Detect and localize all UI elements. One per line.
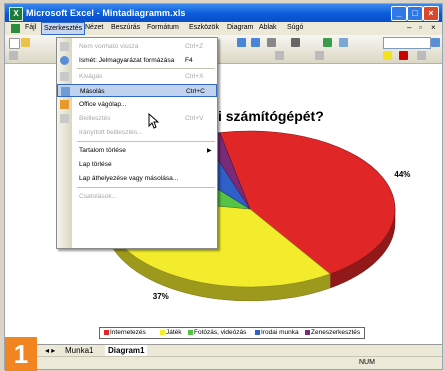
num-lock-indicator: NUM — [359, 359, 375, 366]
menu-separator — [77, 187, 215, 188]
menu-item-move-copy-sheet[interactable]: Lap áthelyezése vagy másolása... — [57, 172, 217, 185]
mouse-cursor-icon — [148, 113, 160, 129]
menu-item-shortcut: Ctrl+X — [185, 73, 204, 80]
menu-edit[interactable]: Szerkesztés — [41, 22, 86, 35]
menu-item-label: Csatolások... — [79, 193, 118, 200]
repeat-icon — [60, 56, 69, 65]
menu-item-office-clipboard[interactable]: Office vágólap... — [57, 98, 217, 111]
menu-item-label: Beillesztés — [79, 115, 111, 122]
chart-wizard-icon[interactable] — [323, 38, 332, 47]
legend-item-irodai-munka: Irodai munka — [255, 329, 299, 336]
menu-item-label: Irányított beillesztés... — [79, 129, 143, 136]
menu-item-label: Másolás — [80, 88, 105, 95]
menu-separator — [77, 68, 215, 69]
status-bar: NUM — [5, 356, 442, 369]
edit-menu: Nem vonható vissza Ctrl+Z Ismét: Jelmagy… — [56, 37, 218, 249]
menu-item-label: Nem vonható vissza — [79, 43, 139, 50]
document-icon[interactable] — [11, 24, 20, 33]
fill-color-icon[interactable] — [383, 51, 392, 60]
menu-item-paste: Beillesztés Ctrl+V — [57, 112, 217, 125]
tab-diagram1[interactable]: Diagram1 — [105, 345, 148, 356]
menu-tools[interactable]: Eszközök — [189, 24, 219, 31]
menu-view[interactable]: Nézet — [85, 24, 103, 31]
menu-help[interactable]: Súgó — [287, 24, 303, 31]
menu-item-links: Csatolások... — [57, 190, 217, 203]
scissors-icon — [60, 72, 69, 81]
menu-window[interactable]: Ablak — [259, 24, 277, 31]
minimize-button[interactable]: _ — [391, 6, 407, 21]
redo-icon[interactable] — [251, 38, 260, 47]
menu-item-undo: Nem vonható vissza Ctrl+Z — [57, 40, 217, 53]
menu-item-label: Tartalom törlése — [79, 147, 126, 154]
menu-item-cut: Kivágás Ctrl+X — [57, 70, 217, 83]
toolbar-options-icon[interactable] — [417, 51, 426, 60]
doc-close-button[interactable]: × — [431, 23, 436, 32]
menu-item-copy[interactable]: Másolás Ctrl+C — [57, 84, 217, 97]
menu-item-label: Office vágólap... — [79, 101, 127, 108]
doc-restore-button[interactable]: ▫ — [419, 23, 422, 32]
doc-minimize-button[interactable]: – — [407, 23, 411, 32]
menu-item-label: Lap áthelyezése vagy másolása... — [79, 175, 179, 182]
menu-item-shortcut: Ctrl+V — [185, 115, 204, 122]
open-icon[interactable] — [21, 38, 30, 47]
legend-item-jatek: Játék — [160, 329, 182, 336]
tab-scroll-buttons[interactable]: ◂ ▸ — [45, 345, 55, 356]
menu-item-repeat[interactable]: Ismét: Jelmagyarázat formázása F4 — [57, 54, 217, 67]
help-icon[interactable] — [431, 38, 440, 47]
excel-app-icon: X — [9, 7, 23, 21]
menu-item-label: Ismét: Jelmagyarázat formázása — [79, 57, 175, 64]
zoom-select[interactable] — [383, 37, 431, 49]
menu-separator — [77, 141, 215, 142]
tab-munka1[interactable]: Munka1 — [65, 345, 93, 356]
menu-item-paste-special: Irányított beillesztés... — [57, 126, 217, 139]
align-icon[interactable] — [275, 51, 284, 60]
undo-icon — [60, 42, 69, 51]
new-icon[interactable] — [9, 38, 20, 49]
clipboard-icon — [60, 100, 69, 109]
legend-item-fotozas: Fotózás, videózás — [188, 329, 246, 336]
pie-label-internetezes: 44% — [394, 169, 411, 179]
menu-item-label: Kivágás — [79, 73, 103, 80]
autosum-icon[interactable] — [291, 38, 300, 47]
indent-icon[interactable] — [315, 51, 324, 60]
close-button[interactable]: × — [423, 6, 439, 21]
menu-chart[interactable]: Diagram — [227, 24, 253, 31]
pie-label-jatek: 37% — [152, 291, 169, 301]
submenu-arrow-icon: ▶ — [207, 148, 212, 154]
paste-icon — [60, 114, 69, 123]
hyperlink-icon[interactable] — [267, 38, 276, 47]
menu-item-label: Lap törlése — [79, 161, 112, 168]
chart-legend[interactable]: Internetezés Játék Fotózás, videózás Iro… — [99, 327, 365, 339]
window-title: Microsoft Excel - Mintadiagramm.xls — [26, 8, 186, 18]
menu-file[interactable]: Fájl — [25, 24, 36, 31]
menu-bar: Fájl Szerkesztés Nézet Beszúrás Formátum… — [5, 22, 442, 35]
excel-window: X Microsoft Excel - Mintadiagramm.xls _ … — [4, 3, 443, 370]
menu-item-clear[interactable]: Tartalom törlése ▶ — [57, 144, 217, 157]
font-color-icon[interactable] — [399, 51, 408, 60]
copy-icon — [61, 87, 70, 96]
menu-insert[interactable]: Beszúrás — [111, 24, 140, 31]
menu-item-shortcut: Ctrl+C — [186, 88, 205, 95]
undo-icon[interactable] — [237, 38, 246, 47]
menu-item-shortcut: Ctrl+Z — [185, 43, 204, 50]
maximize-button[interactable]: □ — [407, 6, 423, 21]
font-select-icon[interactable] — [9, 51, 18, 60]
menu-item-shortcut: F4 — [185, 57, 193, 64]
drawing-icon[interactable] — [339, 38, 348, 47]
legend-item-internetezes: Internetezés — [104, 329, 146, 336]
menu-item-delete-sheet[interactable]: Lap törlése — [57, 158, 217, 171]
title-bar: X Microsoft Excel - Mintadiagramm.xls _ … — [5, 4, 442, 22]
step-number-badge: 1 — [5, 337, 37, 371]
menu-format[interactable]: Formátum — [147, 24, 179, 31]
legend-item-zeneszerkesztes: Zeneszerkesztés — [305, 329, 360, 336]
